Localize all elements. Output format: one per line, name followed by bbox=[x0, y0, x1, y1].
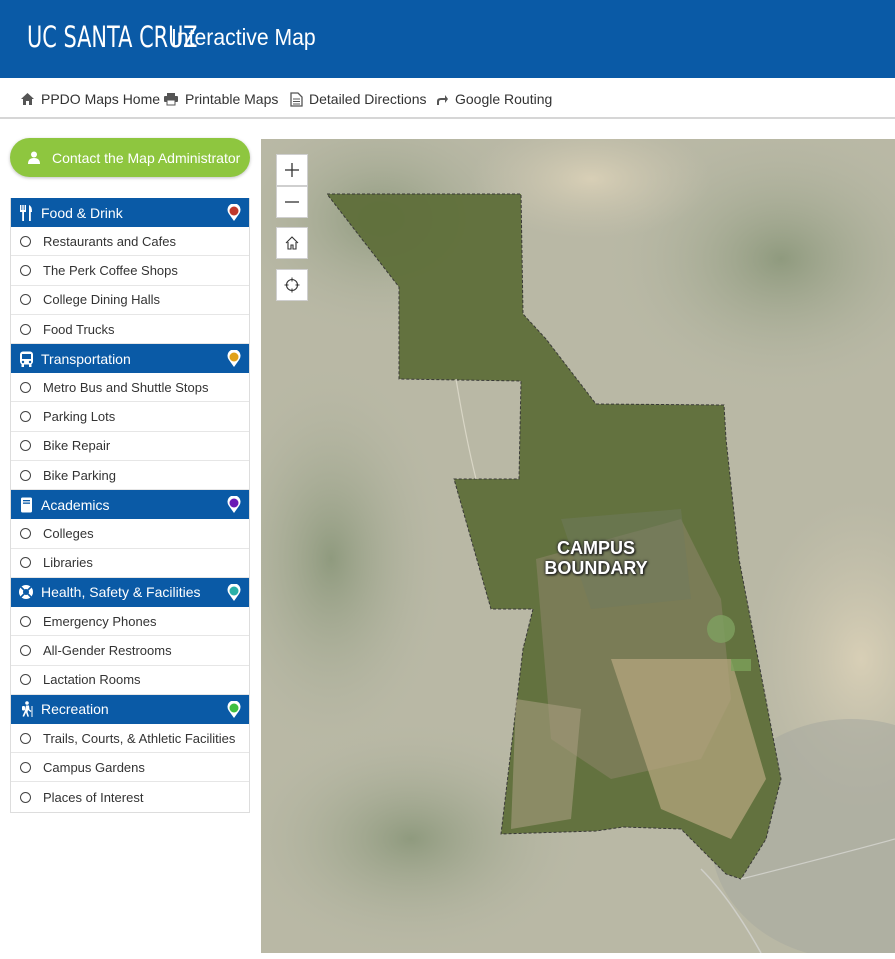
home-extent-button[interactable] bbox=[276, 227, 308, 259]
layer-item-all-gender-restrooms[interactable]: All-Gender Restrooms bbox=[11, 636, 249, 666]
document-icon bbox=[290, 91, 303, 107]
contact-map-administrator-button[interactable]: Contact the Map Administrator bbox=[10, 138, 250, 177]
layer-label: Metro Bus and Shuttle Stops bbox=[43, 379, 209, 395]
printer-icon bbox=[164, 93, 178, 106]
utensils-icon bbox=[18, 204, 34, 221]
home-icon bbox=[285, 236, 299, 250]
book-icon bbox=[18, 497, 34, 513]
category-label: Food & Drink bbox=[41, 204, 123, 221]
radio-button[interactable] bbox=[20, 323, 31, 335]
map-pin-icon bbox=[227, 350, 241, 368]
layer-label: Bike Parking bbox=[43, 467, 116, 483]
page-title: Interactive Map bbox=[171, 24, 316, 50]
radio-button[interactable] bbox=[20, 440, 31, 452]
layer-label: The Perk Coffee Shops bbox=[43, 262, 178, 278]
plus-icon bbox=[285, 163, 299, 177]
home-icon bbox=[21, 93, 34, 105]
layer-label: College Dining Halls bbox=[43, 292, 161, 308]
header-bar: UC SANTA CRUZ Interactive Map bbox=[0, 0, 895, 78]
nav-detailed-directions[interactable]: Detailed Directions bbox=[290, 90, 427, 108]
layer-label: Places of Interest bbox=[43, 789, 144, 805]
layer-label: Bike Repair bbox=[43, 438, 111, 454]
hiker-icon bbox=[18, 701, 34, 718]
map-pin-icon bbox=[227, 496, 241, 514]
radio-button[interactable] bbox=[20, 791, 31, 803]
map-view[interactable]: CAMPUS BOUNDARY bbox=[261, 139, 895, 953]
lifebuoy-icon bbox=[18, 584, 34, 600]
nav-label: Printable Maps bbox=[185, 91, 279, 107]
zoom-in-button[interactable] bbox=[276, 154, 308, 186]
category-label: Academics bbox=[41, 496, 110, 513]
map-label-line-1: CAMPUS bbox=[556, 538, 635, 558]
category-academics[interactable]: Academics bbox=[11, 490, 249, 520]
top-nav: PPDO Maps Home Printable Maps Detailed D… bbox=[0, 78, 895, 119]
category-label: Transportation bbox=[41, 350, 131, 367]
map-pin-icon bbox=[227, 583, 241, 601]
layer-item-dining-halls[interactable]: College Dining Halls bbox=[11, 285, 249, 315]
layer-item-bike-parking[interactable]: Bike Parking bbox=[11, 461, 249, 491]
layer-item-places-of-interest[interactable]: Places of Interest bbox=[11, 782, 249, 812]
radio-button[interactable] bbox=[20, 469, 31, 481]
map-pin-icon bbox=[227, 700, 241, 718]
map-pin-icon bbox=[227, 204, 241, 221]
crosshair-icon bbox=[284, 277, 300, 293]
contact-label: Contact the Map Administrator bbox=[52, 149, 241, 166]
radio-button[interactable] bbox=[20, 557, 31, 569]
nav-printable-maps[interactable]: Printable Maps bbox=[163, 90, 278, 108]
layer-sidebar: Food & Drink Restaurants and Cafes The P… bbox=[10, 198, 250, 813]
nav-label: Google Routing bbox=[455, 91, 553, 107]
radio-button[interactable] bbox=[20, 381, 31, 393]
radio-button[interactable] bbox=[20, 294, 31, 306]
layer-item-metro-bus[interactable]: Metro Bus and Shuttle Stops bbox=[11, 373, 249, 403]
layer-label: All-Gender Restrooms bbox=[43, 642, 172, 658]
layer-label: Parking Lots bbox=[43, 409, 116, 425]
layer-label: Colleges bbox=[43, 526, 94, 542]
category-health-safety-facilities[interactable]: Health, Safety & Facilities bbox=[11, 577, 249, 607]
layer-item-bike-repair[interactable]: Bike Repair bbox=[11, 431, 249, 462]
user-icon bbox=[28, 151, 40, 164]
layer-label: Food Trucks bbox=[43, 321, 115, 337]
category-label: Health, Safety & Facilities bbox=[41, 584, 201, 601]
radio-button[interactable] bbox=[20, 264, 31, 276]
layer-label: Campus Gardens bbox=[43, 759, 145, 775]
nav-ppdo-maps-home[interactable]: PPDO Maps Home bbox=[20, 90, 160, 108]
nav-label: Detailed Directions bbox=[309, 91, 427, 107]
layer-item-trails-courts-athletic[interactable]: Trails, Courts, & Athletic Facilities bbox=[11, 723, 249, 754]
share-arrow-icon bbox=[437, 94, 448, 105]
layer-item-libraries[interactable]: Libraries bbox=[11, 548, 249, 578]
layer-label: Emergency Phones bbox=[43, 613, 157, 629]
layer-item-emergency-phones[interactable]: Emergency Phones bbox=[11, 606, 249, 637]
radio-button[interactable] bbox=[20, 411, 31, 423]
layer-label: Restaurants and Cafes bbox=[43, 233, 176, 249]
layer-item-food-trucks[interactable]: Food Trucks bbox=[11, 314, 249, 345]
category-transportation[interactable]: Transportation bbox=[11, 344, 249, 374]
radio-button[interactable] bbox=[20, 615, 31, 627]
radio-button[interactable] bbox=[20, 235, 31, 247]
zoom-out-button[interactable] bbox=[276, 186, 308, 218]
layer-item-colleges[interactable]: Colleges bbox=[11, 519, 249, 549]
layer-label: Lactation Rooms bbox=[43, 672, 141, 688]
layer-item-restaurants-cafes[interactable]: Restaurants and Cafes bbox=[11, 227, 249, 257]
radio-button[interactable] bbox=[20, 644, 31, 656]
campus-boundary-label: CAMPUS BOUNDARY bbox=[536, 538, 656, 578]
category-food-drink[interactable]: Food & Drink bbox=[11, 198, 249, 227]
radio-button[interactable] bbox=[20, 761, 31, 773]
bus-icon bbox=[18, 351, 34, 367]
radio-button[interactable] bbox=[20, 528, 31, 540]
category-recreation[interactable]: Recreation bbox=[11, 694, 249, 724]
layer-item-campus-gardens[interactable]: Campus Gardens bbox=[11, 753, 249, 783]
layer-item-lactation-rooms[interactable]: Lactation Rooms bbox=[11, 665, 249, 695]
map-label-line-2: BOUNDARY bbox=[544, 558, 648, 578]
layer-item-parking-lots[interactable]: Parking Lots bbox=[11, 402, 249, 432]
layer-label: Trails, Courts, & Athletic Facilities bbox=[43, 730, 236, 746]
nav-google-routing[interactable]: Google Routing bbox=[435, 90, 552, 108]
layer-item-perk-coffee[interactable]: The Perk Coffee Shops bbox=[11, 256, 249, 286]
layer-label: Libraries bbox=[43, 555, 93, 571]
category-label: Recreation bbox=[41, 701, 109, 718]
minus-icon bbox=[285, 201, 299, 203]
radio-button[interactable] bbox=[20, 674, 31, 686]
radio-button[interactable] bbox=[20, 732, 31, 744]
nav-label: PPDO Maps Home bbox=[41, 91, 161, 107]
locate-button[interactable] bbox=[276, 269, 308, 301]
